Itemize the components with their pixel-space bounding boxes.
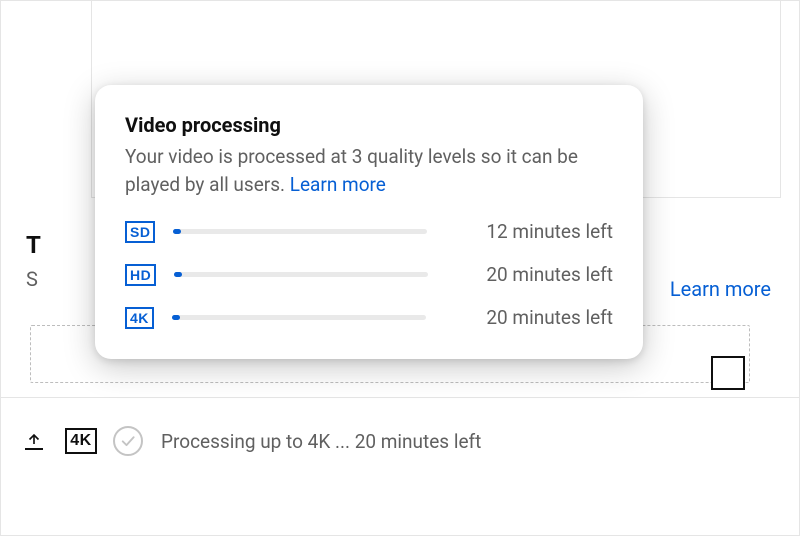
section-subtext: S — [26, 267, 38, 291]
check-circle-icon — [113, 426, 143, 456]
eta-hd: 20 minutes left — [486, 263, 613, 286]
quality-badge-4k-icon: 4K — [125, 307, 154, 329]
eta-sd: 12 minutes left — [486, 220, 613, 243]
popup-title: Video processing — [125, 113, 613, 137]
quality-badge-sd-icon: SD — [125, 221, 155, 243]
popup-description: Your video is processed at 3 quality lev… — [125, 143, 613, 198]
progress-bar-sd — [173, 229, 427, 234]
processing-level-hd: HD 20 minutes left — [125, 263, 613, 286]
learn-more-link[interactable]: Learn more — [670, 277, 771, 301]
processing-level-sd: SD 12 minutes left — [125, 220, 613, 243]
progress-fill — [173, 229, 181, 234]
upload-icon — [23, 430, 45, 452]
learn-more-link[interactable]: Learn more — [290, 173, 386, 196]
eta-4k: 20 minutes left — [486, 306, 613, 329]
progress-fill — [174, 272, 182, 277]
divider — [1, 397, 799, 398]
progress-bar-hd — [174, 272, 428, 277]
upload-status-bar: 4K Processing up to 4K ... 20 minutes le… — [1, 411, 799, 471]
progress-bar-4k — [172, 315, 426, 320]
progress-fill — [172, 315, 180, 320]
processing-levels: SD 12 minutes left HD 20 minutes left 4K… — [125, 220, 613, 329]
processing-status-text: Processing up to 4K ... 20 minutes left — [161, 430, 481, 453]
quality-badge-4k-icon: 4K — [65, 428, 97, 454]
processing-level-4k: 4K 20 minutes left — [125, 306, 613, 329]
video-processing-popup: Video processing Your video is processed… — [95, 85, 643, 359]
thumbnail-placeholder — [711, 356, 745, 390]
quality-badge-hd-icon: HD — [125, 264, 156, 286]
section-heading: T — [26, 231, 41, 259]
